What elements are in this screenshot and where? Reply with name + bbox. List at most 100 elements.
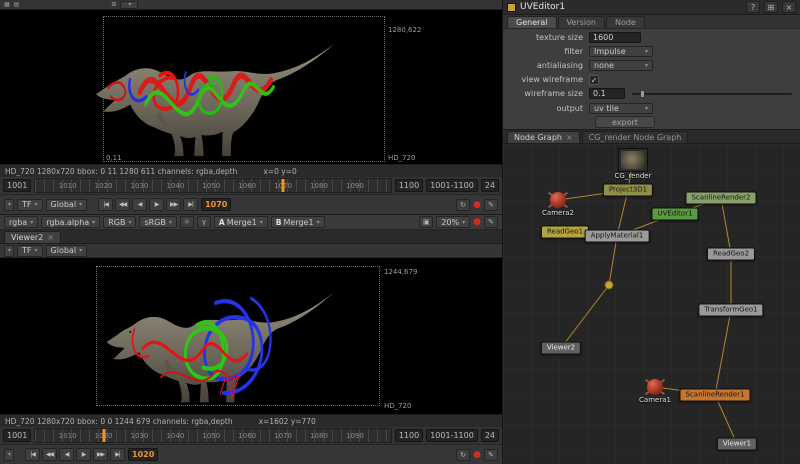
goto-start-button[interactable]: |◀: [98, 198, 113, 211]
expand-icon[interactable]: ⊞: [111, 1, 116, 9]
help-button[interactable]: ?: [746, 1, 760, 13]
viewer1-canvas[interactable]: 1280,622 0,11 HD_720: [0, 10, 502, 164]
playhead-marker[interactable]: [102, 429, 105, 442]
fps-input[interactable]: 24: [481, 179, 499, 192]
node-viewer2[interactable]: Viewer2: [541, 342, 581, 355]
play-backward-button[interactable]: ◀◀: [42, 448, 57, 461]
annotate-pencil-button[interactable]: ✎: [484, 216, 498, 228]
gain-icon[interactable]: ☼: [180, 216, 194, 228]
playback-range-input[interactable]: 1001-1100: [426, 179, 478, 192]
node-scanline1[interactable]: ScanlineRender1: [679, 389, 750, 402]
output-dropdown[interactable]: uv tile: [589, 103, 653, 114]
close-properties-button[interactable]: ×: [782, 1, 796, 13]
loop-mode-button[interactable]: ↻: [456, 199, 470, 211]
play-forward-button[interactable]: ▶▶: [166, 198, 181, 211]
layer-value: rgba: [9, 218, 27, 227]
step-back-button[interactable]: ◀: [59, 448, 74, 461]
nuke-window: ▦ ▤ ⊞: [0, 0, 800, 464]
node-scanline2[interactable]: ScanlineRender2: [685, 192, 756, 205]
range-scope-dropdown[interactable]: Global: [46, 245, 88, 257]
record-dot-icon[interactable]: ●: [473, 216, 481, 228]
range-end-input[interactable]: 1100: [395, 179, 423, 192]
viewer-layout-dropdown[interactable]: [120, 1, 138, 9]
annotate-pencil-button[interactable]: ✎: [484, 199, 498, 211]
range-end-input[interactable]: 1100: [395, 429, 423, 442]
bbox-outline: [103, 16, 385, 162]
viewer-lut-dropdown[interactable]: sRGB: [139, 216, 176, 228]
play-backward-button[interactable]: ◀◀: [115, 198, 130, 211]
frame-slider[interactable]: 101010201030104010501060107010801090: [34, 428, 391, 443]
zoom-dropdown[interactable]: 20%: [436, 216, 470, 228]
node-applymat[interactable]: ApplyMaterial1: [585, 230, 650, 243]
close-tab-icon[interactable]: ×: [566, 134, 573, 142]
viewer2-canvas[interactable]: 1244,679 HD_720: [0, 258, 502, 414]
playhead-marker[interactable]: [282, 179, 285, 192]
roi-icon[interactable]: ▣: [419, 216, 433, 228]
node-connection: [721, 198, 731, 254]
buffer-a-dropdown[interactable]: AMerge1: [214, 216, 268, 228]
current-frame-input[interactable]: 1020: [128, 448, 158, 461]
step-back-button[interactable]: ◀: [132, 198, 147, 211]
step-forward-button[interactable]: ▶: [149, 198, 164, 211]
node-uveditor[interactable]: UVEditor1: [651, 208, 698, 221]
timeline-mode-dropdown[interactable]: TF: [17, 245, 43, 257]
range-scope-dropdown[interactable]: Global: [46, 199, 88, 211]
loop-mode-button[interactable]: ↻: [456, 449, 470, 461]
buffer-b-dropdown[interactable]: BMerge1: [271, 216, 325, 228]
current-frame-input[interactable]: 1070: [201, 198, 231, 211]
timeline-mode-dropdown[interactable]: TF: [17, 199, 43, 211]
node-cg_render[interactable]: CG_render: [618, 148, 648, 172]
node-readgeo1[interactable]: ReadGeo1: [541, 226, 589, 239]
grid-icon[interactable]: ▦: [4, 1, 10, 9]
gamma-icon[interactable]: γ: [197, 216, 211, 228]
playback-range-input[interactable]: 1001-1100: [426, 429, 478, 442]
frame-increment-dropdown[interactable]: [4, 245, 14, 257]
tab-general[interactable]: General: [507, 16, 557, 28]
range-start-input[interactable]: 1001: [3, 179, 31, 192]
tab-version[interactable]: Version: [558, 16, 605, 28]
display-channels-dropdown[interactable]: RGB: [103, 216, 136, 228]
tab-viewer2[interactable]: Viewer2 ×: [4, 231, 61, 243]
tab-node-graph[interactable]: Node Graph ×: [507, 131, 580, 143]
frame-slider[interactable]: 101010201030104010501060107010801090: [34, 178, 391, 193]
node-project3d[interactable]: Project3D1: [603, 184, 653, 197]
filter-dropdown[interactable]: Impulse: [589, 46, 653, 57]
export-button[interactable]: export: [595, 116, 655, 128]
viewer2-timeline-row: 1001 10101020103010401050106010701080109…: [0, 427, 502, 444]
range-start-input[interactable]: 1001: [3, 429, 31, 442]
record-dot-icon[interactable]: ●: [473, 449, 481, 461]
wireframe-size-slider[interactable]: [632, 93, 792, 95]
step-forward-button[interactable]: ▶: [76, 448, 91, 461]
tab-cg-render-node-graph[interactable]: CG_render Node Graph: [582, 131, 689, 143]
node-label: Camera2: [542, 209, 574, 217]
node-viewer1[interactable]: Viewer1: [717, 438, 757, 451]
tab-node[interactable]: Node: [606, 16, 645, 28]
node-camera2[interactable]: Camera2: [550, 192, 566, 208]
slider-handle[interactable]: [640, 90, 645, 98]
frame-increment-dropdown[interactable]: [4, 199, 14, 211]
fps-input[interactable]: 24: [481, 429, 499, 442]
goto-end-button[interactable]: ▶|: [110, 448, 125, 461]
close-tab-icon[interactable]: ×: [47, 234, 54, 242]
goto-start-button[interactable]: |◀: [25, 448, 40, 461]
layout-icon[interactable]: ▤: [14, 1, 20, 9]
record-dot-icon[interactable]: ●: [473, 199, 481, 211]
goto-end-button[interactable]: ▶|: [183, 198, 198, 211]
annotate-pencil-button[interactable]: ✎: [484, 449, 498, 461]
node-camera1[interactable]: Camera1: [647, 379, 663, 395]
frame-increment-dropdown[interactable]: [4, 449, 14, 461]
node-color-swatch[interactable]: [507, 3, 516, 12]
node-dot1[interactable]: [605, 281, 614, 290]
node-readgeo2[interactable]: ReadGeo2: [707, 248, 755, 261]
view-wireframe-checkbox[interactable]: ✓: [589, 75, 599, 85]
filter-row: filter Impulse: [503, 45, 800, 58]
node-transformgeo[interactable]: TransformGeo1: [698, 304, 763, 317]
wireframe-size-input[interactable]: [589, 88, 625, 99]
antialiasing-dropdown[interactable]: none: [589, 60, 653, 71]
play-forward-button[interactable]: ▶▶: [93, 448, 108, 461]
layer-dropdown[interactable]: rgba: [4, 216, 38, 228]
alpha-channel-dropdown[interactable]: rgba.alpha: [41, 216, 100, 228]
float-panel-button[interactable]: ⊞: [764, 1, 778, 13]
texture-size-input[interactable]: [589, 32, 641, 43]
node-graph-canvas[interactable]: CG_render Project3D1 Camera2 ReadGeo1ApplyM…: [503, 144, 800, 464]
